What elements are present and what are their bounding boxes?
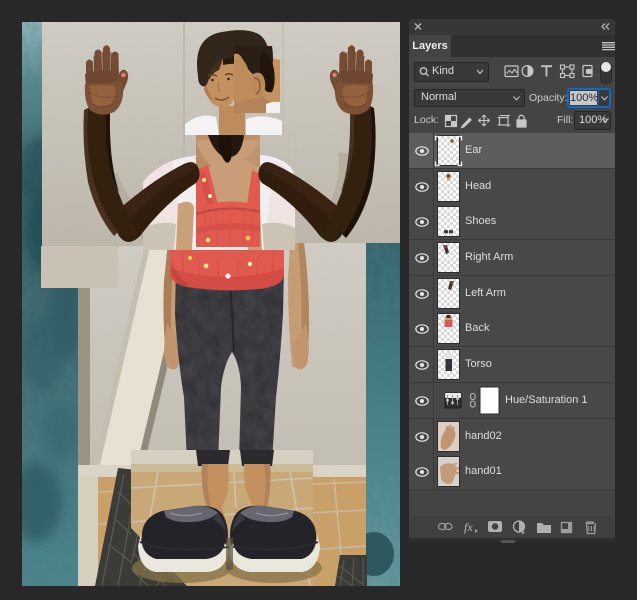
svg-text:fx: fx (464, 520, 473, 534)
